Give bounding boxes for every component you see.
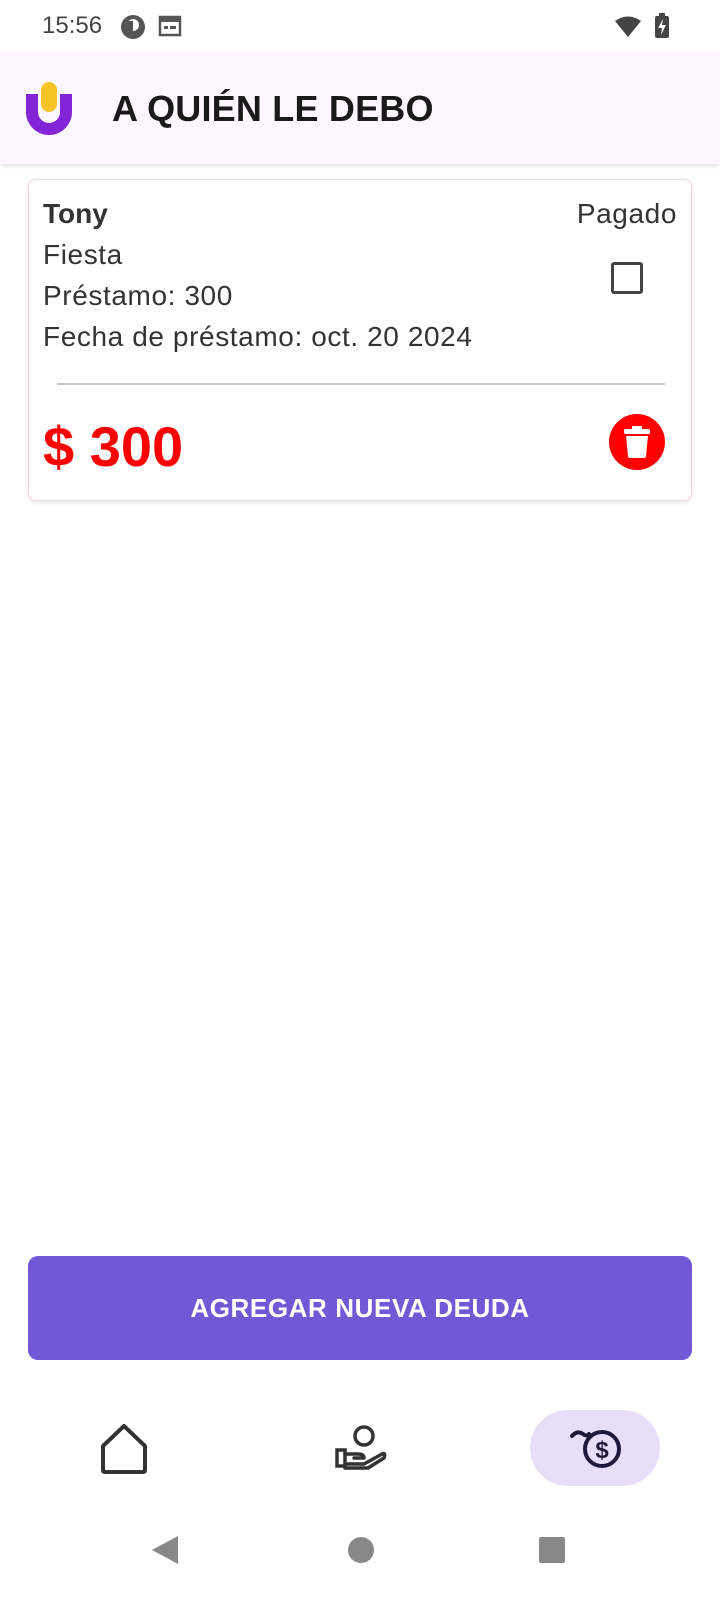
- loan-date-text: Fecha de préstamo: oct. 20 2024: [43, 321, 473, 352]
- debt-card: Tony Fiesta Préstamo: 300 Fecha de prést…: [28, 179, 692, 501]
- debtor-name: Tony: [43, 198, 108, 229]
- bottom-navigation: $: [0, 1398, 720, 1508]
- svg-text:$: $: [595, 1437, 609, 1464]
- nav-lent[interactable]: [295, 1410, 425, 1486]
- app-notification-icon: [120, 14, 146, 45]
- calendar-icon: [158, 14, 182, 43]
- paid-checkbox[interactable]: [611, 262, 643, 294]
- loan-amount-text: Préstamo: 300: [43, 280, 233, 311]
- trash-icon: [624, 426, 650, 458]
- recents-icon[interactable]: [538, 1536, 566, 1569]
- hand-person-icon: [335, 1425, 387, 1470]
- debt-amount: $ 300: [43, 415, 184, 478]
- add-debt-button[interactable]: AGREGAR NUEVA DEUDA: [28, 1256, 692, 1360]
- wifi-icon: [614, 16, 642, 43]
- nav-debts[interactable]: $: [530, 1410, 660, 1486]
- home-circle-icon[interactable]: [347, 1536, 375, 1569]
- app-logo-icon: [24, 80, 74, 136]
- paid-label: Pagado: [576, 198, 677, 229]
- system-navigation: [0, 1520, 720, 1600]
- nav-home[interactable]: [58, 1410, 188, 1486]
- card-divider: [57, 383, 665, 385]
- debt-description: Fiesta: [43, 239, 123, 270]
- money-debt-icon: $: [570, 1430, 621, 1468]
- home-icon: [101, 1424, 147, 1474]
- page-title: A QUIÉN LE DEBO: [112, 88, 434, 129]
- status-bar: 15:56: [0, 0, 720, 52]
- battery-charging-icon: [654, 13, 670, 44]
- delete-button[interactable]: [609, 414, 665, 470]
- app-bar: A QUIÉN LE DEBO: [0, 52, 720, 164]
- status-time: 15:56: [42, 12, 103, 39]
- back-icon[interactable]: [150, 1534, 180, 1571]
